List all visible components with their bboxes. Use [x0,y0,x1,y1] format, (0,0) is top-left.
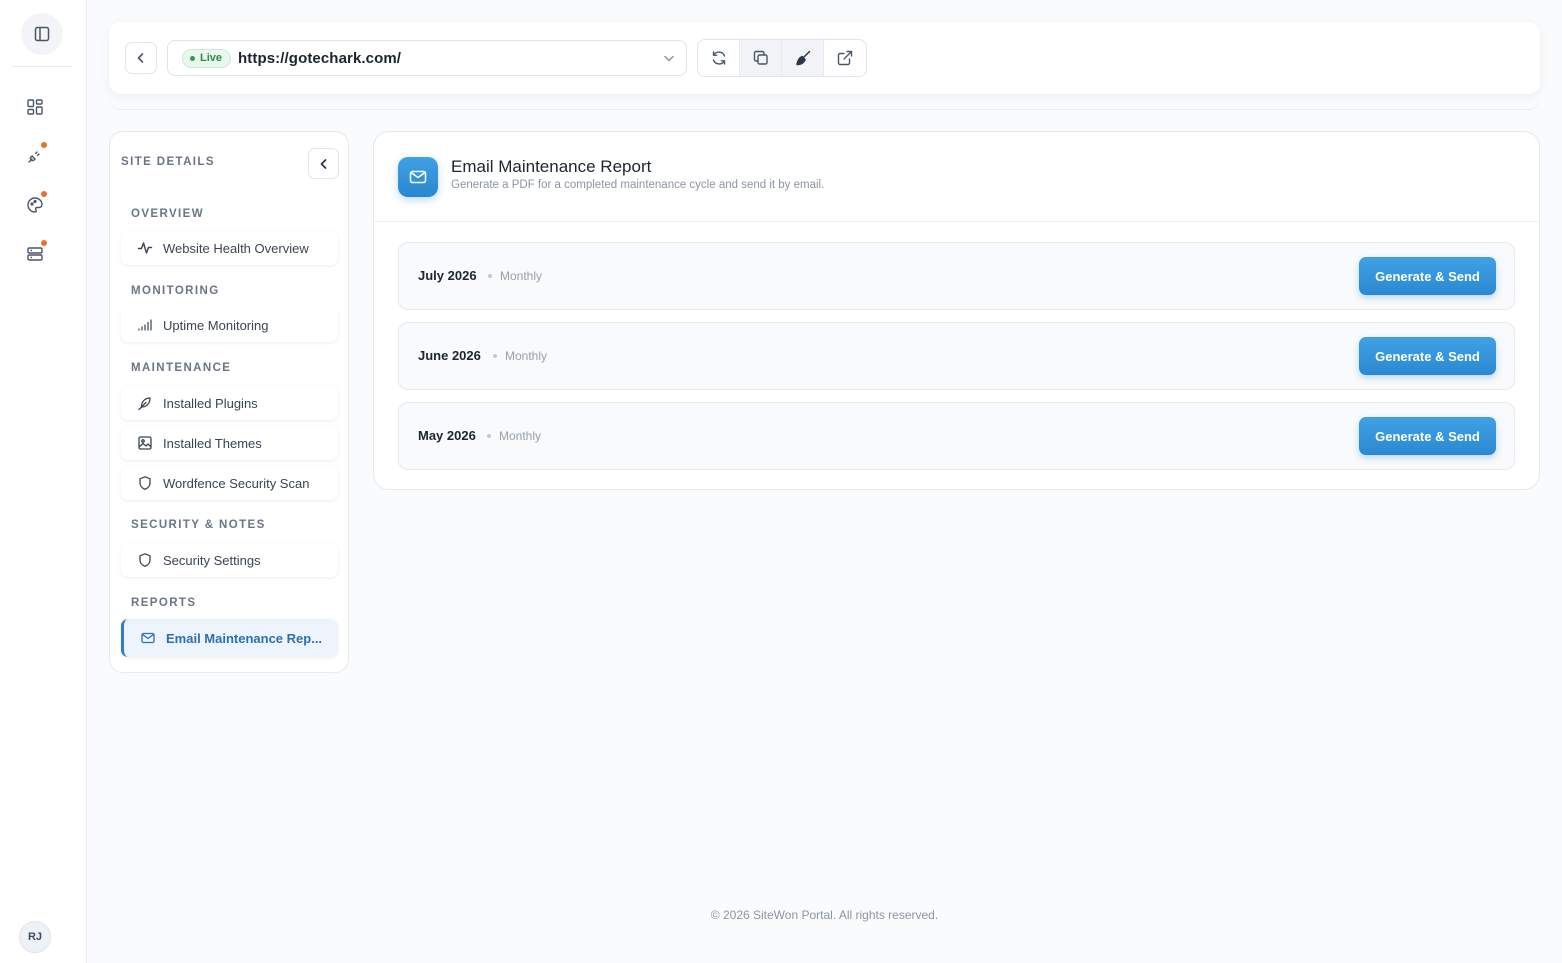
browser-toolbar: Live https://gotechark.com/ [109,22,1540,94]
chevron-left-icon [320,158,326,169]
live-status-badge: Live [182,48,232,68]
shield-icon [137,475,153,491]
section-label-overview: OVERVIEW [131,208,204,220]
mail-icon [398,157,438,197]
email-report-card: Email Maintenance Report Generate a PDF … [373,131,1540,490]
generate-send-button[interactable]: Generate & Send [1359,257,1496,295]
rail-plugins-button[interactable] [22,141,48,169]
clear-cache-button[interactable] [782,40,824,76]
url-text: https://gotechark.com/ [238,49,402,67]
external-link-icon [837,50,853,66]
plug-icon [28,151,40,163]
card-header: Email Maintenance Report Generate a PDF … [374,132,1539,222]
refresh-button[interactable] [698,40,740,76]
notification-dot [40,141,48,149]
dashboard-grid-icon [27,99,43,115]
copy-icon [753,50,768,65]
nav-item-label: Uptime Monitoring [163,317,269,333]
sidebar-toggle-icon [34,26,50,42]
rail-servers-button[interactable] [22,239,48,267]
row-month: July 2026 [418,268,477,283]
image-icon [137,435,153,451]
rail-dashboard-button[interactable] [22,94,48,120]
generate-send-button[interactable]: Generate & Send [1359,337,1496,375]
nav-item-plugins[interactable]: Installed Plugins [121,386,338,420]
nav-item-website-health[interactable]: Website Health Overview [121,231,338,265]
signal-bars-icon [137,317,153,333]
row-month: June 2026 [418,348,481,363]
sidebar-toggle-button[interactable] [21,13,63,55]
nav-item-security-settings[interactable]: Security Settings [121,543,338,577]
section-label-security: SECURITY & NOTES [131,519,266,531]
activity-icon [137,240,153,256]
app-rail: RJ [0,0,87,963]
panel-title: SITE DETAILS [121,156,215,168]
footer-copyright: © 2026 SiteWon Portal. All rights reserv… [710,908,939,922]
card-title: Email Maintenance Report [451,157,652,176]
nav-item-label: Installed Themes [163,435,262,451]
nav-item-label: Website Health Overview [163,240,309,256]
row-frequency: Monthly [500,269,543,283]
nav-item-themes[interactable]: Installed Themes [121,426,338,460]
topbar-container: Live https://gotechark.com/ [109,22,1540,110]
live-label: Live [200,52,223,64]
report-row: July 2026 Monthly Generate & Send [398,242,1515,310]
separator-dot [487,434,491,438]
separator-dot [493,354,497,358]
row-frequency: Monthly [499,429,542,443]
collapse-panel-button[interactable] [308,148,339,179]
nav-item-email-report[interactable]: Email Maintenance Rep... [121,619,338,657]
card-subtitle: Generate a PDF for a completed maintenan… [451,179,825,191]
feather-icon [137,395,153,411]
nav-item-uptime[interactable]: Uptime Monitoring [121,308,338,342]
nav-item-label: Wordfence Security Scan [163,475,310,491]
chevron-left-icon [137,53,144,63]
palette-icon [27,197,43,213]
back-button[interactable] [125,42,157,74]
row-month: May 2026 [418,428,476,443]
live-dot-icon [190,55,195,61]
notification-dot [40,190,48,198]
rail-divider [12,66,72,67]
url-select[interactable]: Live https://gotechark.com/ [167,40,687,76]
copy-button[interactable] [740,40,782,76]
user-avatar[interactable]: RJ [19,921,51,953]
rail-themes-button[interactable] [22,190,48,218]
refresh-icon [712,51,725,65]
main-area: Live https://gotechark.com/ SITE DETAILS… [87,0,1562,963]
chevron-down-icon [664,55,674,62]
mail-icon [140,630,156,646]
broom-icon [795,50,810,66]
generate-send-button[interactable]: Generate & Send [1359,417,1496,455]
section-label-reports: REPORTS [131,597,197,609]
nav-item-wordfence[interactable]: Wordfence Security Scan [121,466,338,500]
nav-item-label: Security Settings [163,552,261,568]
nav-item-label: Installed Plugins [163,395,258,411]
separator-dot [488,274,492,278]
server-icon [27,247,43,261]
report-row: May 2026 Monthly Generate & Send [398,402,1515,470]
notification-dot [40,239,48,247]
site-details-panel: SITE DETAILS OVERVIEW Website Health Ove… [109,131,349,673]
section-label-monitoring: MONITORING [131,285,220,297]
nav-item-label: Email Maintenance Rep... [166,630,323,646]
open-external-button[interactable] [824,40,866,76]
section-label-maintenance: MAINTENANCE [131,362,232,374]
row-frequency: Monthly [505,349,548,363]
report-row: June 2026 Monthly Generate & Send [398,322,1515,390]
toolbar-actions [697,39,867,77]
shield-icon [137,552,153,568]
